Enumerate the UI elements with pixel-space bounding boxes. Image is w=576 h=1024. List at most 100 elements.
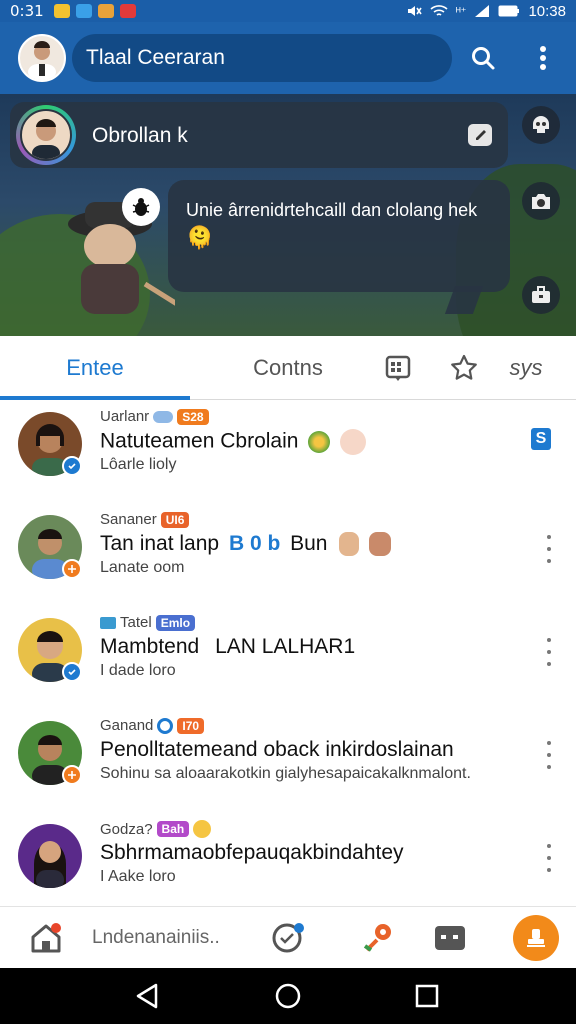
chat-row[interactable]: Sananer UI6 Tan inat lanp B 0 b Bun Lana… bbox=[0, 503, 576, 606]
location-pin-icon bbox=[363, 924, 391, 952]
tab-bar: Entee Contns sys bbox=[0, 336, 576, 400]
tab-sys[interactable]: sys bbox=[496, 336, 556, 400]
nav-contacts[interactable] bbox=[430, 917, 470, 959]
chat-kicker: Sananer UI6 bbox=[100, 511, 190, 528]
nav-label[interactable]: Lndenanainiis.. bbox=[92, 917, 252, 959]
smile-emoji-icon bbox=[340, 429, 367, 455]
chat-name: Mambtend LAN LALHAR1 bbox=[100, 635, 355, 659]
chat-name: Tan inat lanp B 0 b Bun bbox=[100, 532, 392, 557]
chat-row[interactable]: Uarlanr S28 Natuteamen Cbrolain Lôarle l… bbox=[0, 400, 576, 503]
avatar bbox=[18, 824, 82, 888]
search-bar[interactable]: Tlaal Ceeraran bbox=[72, 34, 452, 82]
chat-row[interactable]: Godza? Bah Sbhrmamaobfepauqakbindahtey I… bbox=[0, 812, 576, 915]
status-icon bbox=[62, 559, 82, 579]
kicker-tag: UI6 bbox=[160, 511, 190, 528]
nav-profile-fab[interactable] bbox=[512, 915, 560, 961]
tab-entee[interactable]: Entee bbox=[0, 336, 190, 400]
more-vert-icon[interactable] bbox=[540, 638, 558, 666]
notification-icon-2 bbox=[75, 4, 92, 18]
cloud-icon bbox=[153, 410, 174, 423]
network-label: ᴴ⁺ bbox=[455, 5, 467, 18]
person-icon bbox=[28, 41, 56, 80]
chat-name-text: Tan inat lanp bbox=[100, 532, 220, 555]
status-icon bbox=[62, 765, 82, 785]
search-bar-text: Tlaal Ceeraran bbox=[86, 46, 225, 69]
kicker-text: Ganand bbox=[100, 717, 154, 734]
kicker-text: Tatel bbox=[120, 614, 152, 631]
chat-bubble-icon bbox=[272, 923, 304, 953]
status-clock: 10:38 bbox=[528, 2, 566, 20]
more-vert-icon[interactable] bbox=[540, 535, 558, 563]
header-avatar[interactable] bbox=[16, 105, 76, 165]
more-vert-icon[interactable] bbox=[540, 844, 558, 872]
chat-name-text: Natuteamen Cbrolain bbox=[100, 429, 299, 453]
tab-contns[interactable]: Contns bbox=[190, 336, 386, 400]
chat-preview: I Aake loro bbox=[100, 868, 176, 885]
edit-icon[interactable] bbox=[468, 124, 492, 146]
kicker-tag: Emlo bbox=[155, 614, 196, 631]
kicker-text: Sananer bbox=[100, 511, 157, 528]
chat-header-card[interactable]: Obrollan k bbox=[10, 102, 508, 168]
chat-name: Natuteamen Cbrolain bbox=[100, 429, 367, 455]
status-bar: 0:31 ᴴ⁺ 10:38 bbox=[0, 0, 576, 22]
bug-icon[interactable] bbox=[122, 188, 160, 226]
message-bubble[interactable]: Unie ârrenidrtehcaill dan clolang hek 🫠 bbox=[168, 180, 510, 292]
app-bar: Tlaal Ceeraran bbox=[0, 22, 576, 94]
reaction-button[interactable] bbox=[522, 106, 560, 144]
mute-icon bbox=[407, 6, 422, 16]
profile-avatar[interactable] bbox=[18, 34, 66, 82]
chat-kicker: Tatel Emlo bbox=[100, 614, 196, 631]
nav-chat[interactable] bbox=[268, 917, 308, 959]
app-badge-icon[interactable]: S bbox=[531, 428, 551, 450]
chat-name: Sbhrmamaobfepauqakbindahtey bbox=[100, 841, 404, 864]
flower-emoji-icon bbox=[308, 431, 331, 453]
chat-kicker: Godza? Bah bbox=[100, 820, 212, 838]
fab-button[interactable] bbox=[513, 915, 559, 961]
more-options-button[interactable] bbox=[525, 40, 561, 76]
chat-preview: Lôarle lioly bbox=[100, 456, 177, 473]
kicker-text: Godza? bbox=[100, 820, 153, 838]
recents-icon[interactable] bbox=[414, 983, 440, 1009]
more-vert-icon[interactable] bbox=[540, 741, 558, 769]
gallery-button[interactable] bbox=[522, 276, 560, 314]
chat-name-suffix: Bun bbox=[290, 532, 328, 555]
notification-icon-4 bbox=[119, 4, 136, 18]
nav-home[interactable] bbox=[26, 917, 66, 959]
calendar-icon bbox=[385, 355, 411, 381]
home-circle-icon[interactable] bbox=[274, 982, 302, 1010]
person-icon bbox=[34, 841, 66, 888]
camera-button[interactable] bbox=[522, 182, 560, 220]
chat-list: Uarlanr S28 Natuteamen Cbrolain Lôarle l… bbox=[0, 400, 576, 906]
tab-favorites[interactable] bbox=[436, 336, 492, 400]
chat-preview: I dade loro bbox=[100, 662, 176, 679]
star-icon bbox=[451, 354, 477, 380]
back-icon[interactable] bbox=[134, 982, 160, 1010]
search-icon bbox=[472, 47, 495, 70]
chat-name-text: Mambtend bbox=[100, 635, 200, 658]
app-root: 0:31 ᴴ⁺ 10:38 Tlaal Ceeraran Obrollan k … bbox=[0, 0, 576, 1024]
chat-row[interactable]: Tatel Emlo Mambtend LAN LALHAR1 I dade l… bbox=[0, 606, 576, 709]
skull-icon bbox=[533, 116, 549, 133]
notification-icon-1 bbox=[53, 4, 70, 18]
battery-icon bbox=[498, 5, 520, 17]
app-badge-label: S bbox=[535, 430, 547, 447]
hand-emoji-icon bbox=[339, 532, 360, 557]
kicker-tag: I70 bbox=[177, 717, 205, 734]
home-icon bbox=[31, 923, 61, 953]
chat-preview: Sohinu sa aloaarakotkin gialyhesapaicaka… bbox=[100, 765, 471, 782]
tab-calendar[interactable] bbox=[370, 336, 426, 400]
verified-icon bbox=[62, 662, 82, 682]
grin-emoji-icon bbox=[193, 820, 212, 838]
chat-name-suffix: LAN LALHAR1 bbox=[215, 635, 356, 658]
fist-emoji-icon bbox=[369, 532, 392, 557]
status-right: ᴴ⁺ 10:38 bbox=[406, 3, 566, 20]
nav-map[interactable] bbox=[358, 917, 398, 959]
search-button[interactable] bbox=[465, 40, 501, 76]
chat-kicker: Ganand I70 bbox=[100, 717, 205, 734]
chat-row[interactable]: Ganand I70 Penolltatemeand oback inkirdo… bbox=[0, 709, 576, 812]
verified-icon bbox=[62, 456, 82, 476]
chat-name-badge: B 0 b bbox=[228, 532, 281, 555]
id-card-icon bbox=[435, 926, 465, 950]
flag-icon bbox=[100, 616, 116, 629]
tab-label: sys bbox=[509, 355, 543, 380]
